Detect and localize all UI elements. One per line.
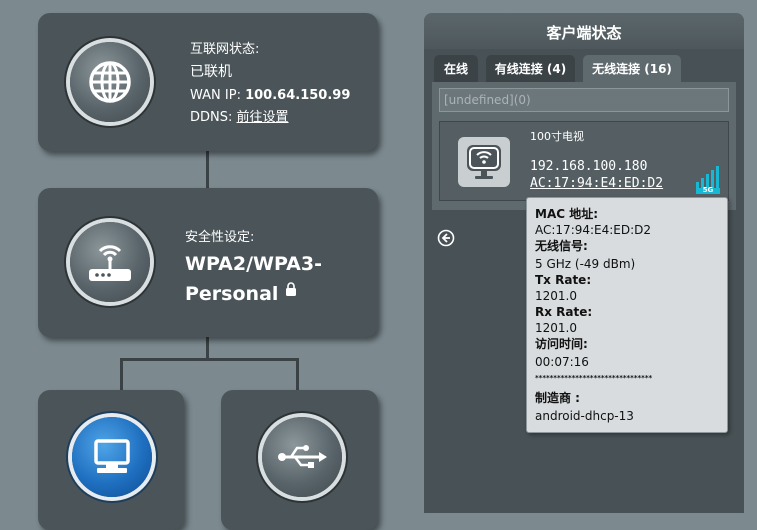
panel-title: 客户端状态 bbox=[424, 13, 744, 49]
access-time-value: 00:07:16 bbox=[535, 355, 589, 369]
tab-wired[interactable]: 有线连接 (4) bbox=[486, 55, 575, 83]
security-label: 安全性设定: bbox=[185, 230, 255, 245]
vendor-value: android-dhcp-13 bbox=[535, 409, 634, 423]
security-mode-line1: WPA2/WPA3- bbox=[185, 253, 322, 275]
band-badge: 5G bbox=[702, 186, 714, 194]
client-mac[interactable]: AC:17:94:E4:ED:D2 bbox=[530, 173, 663, 195]
client-search-input[interactable]: [undefined](0) bbox=[439, 88, 729, 112]
connector-line bbox=[120, 358, 298, 361]
smart-tv-icon bbox=[467, 145, 501, 179]
back-arrow-icon[interactable] bbox=[437, 229, 455, 247]
tab-online[interactable]: 在线 bbox=[434, 55, 478, 83]
internet-globe-button[interactable] bbox=[70, 42, 150, 122]
tooltip-separator: ******************************** bbox=[535, 374, 653, 382]
internet-status-label: 互联网状态: bbox=[190, 42, 260, 57]
client-detail-tooltip: MAC 地址: AC:17:94:E4:ED:D2 无线信号: 5 GHz (-… bbox=[526, 197, 728, 433]
connector-line bbox=[296, 358, 299, 392]
signal-label: 无线信号: bbox=[535, 239, 588, 253]
router-button[interactable] bbox=[70, 222, 150, 302]
ddns-label: DDNS: bbox=[190, 110, 233, 125]
lock-icon bbox=[286, 282, 297, 296]
clients-button[interactable] bbox=[72, 417, 152, 497]
usb-button[interactable] bbox=[262, 417, 342, 497]
wan-ip-value: 100.64.150.99 bbox=[245, 88, 351, 103]
device-icon-box[interactable] bbox=[458, 137, 510, 187]
signal-value: 5 GHz (-49 dBm) bbox=[535, 257, 636, 271]
tx-rate-value: 1201.0 bbox=[535, 289, 577, 303]
security-mode-line2: Personal bbox=[185, 283, 279, 305]
vendor-label: 制造商 : bbox=[535, 391, 580, 405]
computer-icon bbox=[94, 439, 130, 473]
connector-line bbox=[206, 336, 209, 360]
globe-icon bbox=[89, 61, 131, 103]
usb-icon bbox=[278, 445, 327, 468]
wan-ip-label: WAN IP: bbox=[190, 88, 241, 103]
internet-status-value: 已联机 bbox=[190, 64, 232, 80]
connector-line bbox=[206, 150, 209, 190]
rx-rate-value: 1201.0 bbox=[535, 321, 577, 335]
connector-line bbox=[120, 358, 123, 392]
rx-rate-label: Rx Rate: bbox=[535, 305, 593, 319]
access-time-label: 访问时间: bbox=[535, 337, 588, 351]
mac-label: MAC 地址: bbox=[535, 207, 599, 221]
tx-rate-label: Tx Rate: bbox=[535, 273, 592, 287]
ddns-settings-link[interactable]: 前往设置 bbox=[237, 110, 289, 125]
client-name: 100寸电视 bbox=[530, 130, 584, 143]
router-icon bbox=[89, 245, 131, 281]
mac-value: AC:17:94:E4:ED:D2 bbox=[535, 223, 652, 237]
tab-wireless[interactable]: 无线连接 (16) bbox=[583, 55, 681, 83]
